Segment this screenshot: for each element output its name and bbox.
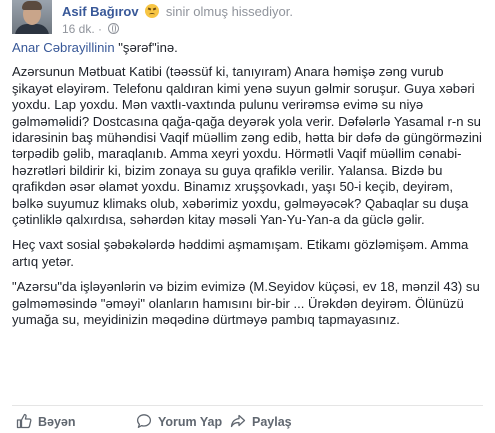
post-paragraph: "Azərsu"da işləyənlərin və bizim evimizə… <box>12 279 480 328</box>
author-name[interactable]: Asif Bağırov <box>62 4 139 19</box>
share-label: Paylaş <box>252 415 292 429</box>
comment-icon <box>136 413 152 432</box>
post-header: Asif Bağırov sinir olmuş hissediyor. 16 … <box>0 0 495 40</box>
post-actions-bar: Bəyən Yorum Yap Paylaş <box>0 406 495 433</box>
feeling-status: sinir olmuş hissediyor. <box>165 4 293 19</box>
post-body: Anar Cəbrayillinin "şərəf"inə. Azərsunun… <box>12 40 486 338</box>
post-title-line: Asif Bağırov sinir olmuş hissediyor. <box>62 4 293 19</box>
post-meta: 16 dk. · <box>62 22 120 36</box>
comment-button[interactable]: Yorum Yap <box>136 413 222 432</box>
globe-icon[interactable] <box>108 23 120 34</box>
post-paragraph: Azərsunun Mətbuat Katibi (təəssüf ki, ta… <box>12 64 482 228</box>
post-intro: Anar Cəbrayillinin "şərəf"inə. <box>12 40 486 56</box>
share-arrow-icon <box>230 413 246 432</box>
comment-label: Yorum Yap <box>158 415 223 429</box>
avatar[interactable] <box>12 0 52 34</box>
post-timestamp[interactable]: 16 dk. <box>62 22 95 36</box>
mention-link[interactable]: Anar Cəbrayillinin <box>12 40 115 55</box>
meta-separator: · <box>98 22 103 36</box>
thumbs-up-icon <box>16 413 32 432</box>
post-paragraph: Heç vaxt sosial şəbəkələrdə həddimi aşma… <box>12 237 469 269</box>
like-label: Bəyən <box>38 415 76 429</box>
share-button[interactable]: Paylaş <box>230 413 292 432</box>
intro-text: "şərəf"inə. <box>114 40 178 55</box>
angry-face-icon <box>145 4 160 18</box>
like-button[interactable]: Bəyən <box>16 413 76 432</box>
